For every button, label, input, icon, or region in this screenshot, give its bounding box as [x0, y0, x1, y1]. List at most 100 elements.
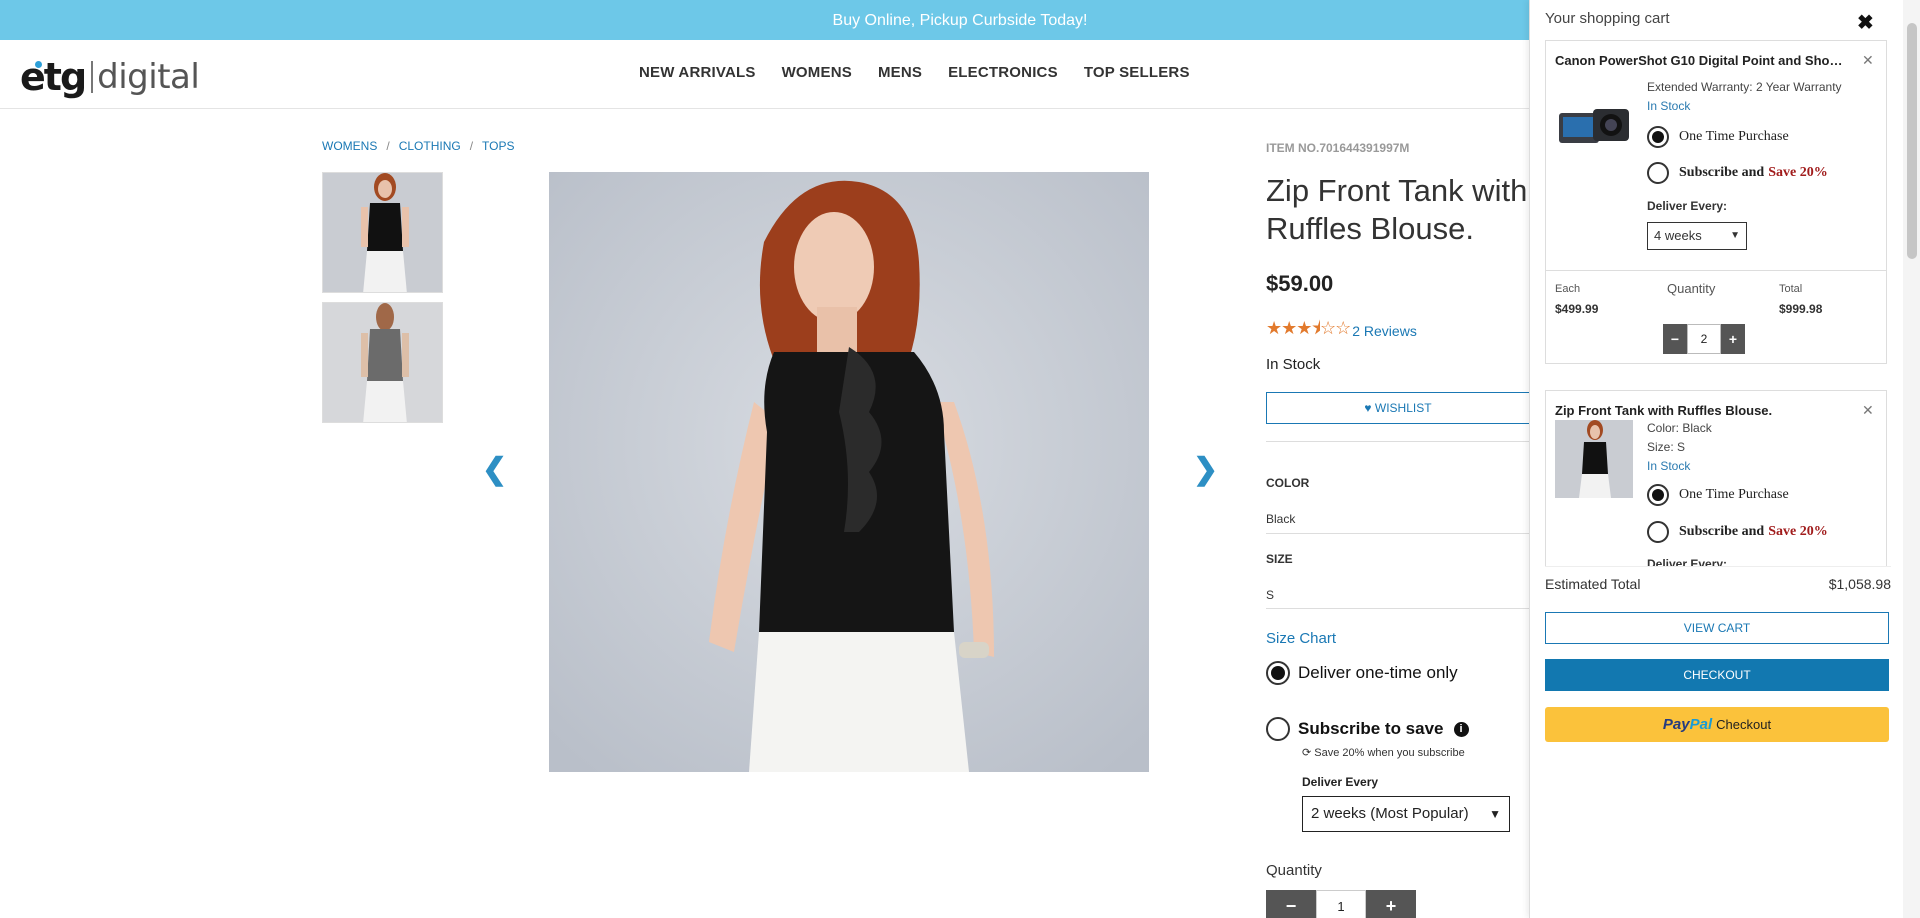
deliver-every-label: Deliver Every [1302, 775, 1379, 789]
rating-stars: ★★★⯨☆☆ [1266, 318, 1351, 338]
cart-item-stock: In Stock [1647, 459, 1691, 473]
one-time-purchase-option[interactable]: One Time Purchase [1647, 484, 1789, 506]
nav-mens[interactable]: MENS [878, 64, 922, 81]
logo-wordmark: digital [97, 57, 200, 97]
chevron-left-icon[interactable]: ❮ [482, 452, 507, 487]
color-label: COLOR [1266, 476, 1310, 490]
cart-title: Your shopping cart [1545, 10, 1670, 27]
line-total: $999.98 [1779, 302, 1823, 316]
color-value[interactable]: Black [1266, 512, 1295, 526]
estimated-total: Estimated Total $1,058.98 [1545, 576, 1891, 592]
deliver-every-value: 2 weeks (Most Popular) [1311, 805, 1469, 822]
paypal-checkout-button[interactable]: PayPal Checkout [1545, 707, 1889, 742]
cart-item-name[interactable]: Canon PowerShot G10 Digital Point and Sh… [1555, 53, 1845, 68]
quantity-input[interactable]: 2 [1687, 324, 1721, 354]
deliver-every-value: 4 weeks [1654, 228, 1702, 243]
size-chart-link[interactable]: Size Chart [1266, 630, 1336, 647]
each-price: $499.99 [1555, 302, 1599, 316]
quantity-label: Quantity [1266, 862, 1322, 879]
product-price: $59.00 [1266, 271, 1334, 296]
chevron-right-icon[interactable]: ❯ [1193, 452, 1218, 487]
plus-button[interactable]: + [1721, 324, 1745, 354]
plus-button[interactable]: + [1366, 890, 1416, 918]
deliver-every-select[interactable]: 4 weeks ▼ [1647, 222, 1747, 250]
estimated-total-label: Estimated Total [1545, 576, 1641, 592]
quantity-label: Quantity [1667, 281, 1716, 296]
save-note: ⟳ Save 20% when you subscribe [1302, 746, 1465, 759]
remove-item-icon[interactable]: ✕ [1862, 52, 1874, 69]
paypal-logo-pal: Pal [1689, 716, 1713, 733]
reviews-link[interactable]: 2 Reviews [1352, 323, 1417, 339]
caret-down-icon: ▼ [1730, 230, 1740, 241]
subscribe-radio[interactable] [1647, 162, 1669, 184]
info-icon[interactable]: i [1453, 721, 1469, 737]
cart-drawer: Your shopping cart ✖ Canon PowerShot G10… [1529, 0, 1920, 918]
cart-item-stock: In Stock [1647, 99, 1691, 113]
remove-item-icon[interactable]: ✕ [1862, 402, 1874, 419]
save-percent-label: Save 20% [1768, 165, 1828, 180]
size-value[interactable]: S [1266, 588, 1274, 602]
one-time-purchase-option[interactable]: One Time Purchase [1647, 126, 1789, 148]
subscribe-save-option[interactable]: Subscribe and Save 20% [1647, 521, 1828, 543]
deliver-once-option[interactable]: Deliver one-time only [1266, 661, 1458, 685]
deliver-every-select[interactable]: 2 weeks (Most Popular) ▼ [1302, 796, 1510, 832]
cart-item-name[interactable]: Zip Front Tank with Ruffles Blouse. [1555, 403, 1845, 418]
save-percent-label: Save 20% [1768, 524, 1828, 539]
subscribe-radio[interactable] [1647, 521, 1669, 543]
nav-womens[interactable]: WOMENS [782, 64, 852, 81]
breadcrumb: WOMENS / CLOTHING / TOPS [322, 139, 515, 153]
heart-icon: ♥ [1364, 401, 1372, 415]
scrollbar-thumb[interactable] [1907, 23, 1917, 259]
product-main-image [549, 172, 1149, 772]
nav-electronics[interactable]: ELECTRONICS [948, 64, 1058, 81]
site-logo[interactable]: etg digital [20, 51, 200, 99]
divider [1266, 533, 1530, 534]
divider [1546, 270, 1886, 271]
paypal-checkout-label: Checkout [1716, 717, 1772, 732]
quantity-input[interactable]: 1 [1316, 890, 1366, 918]
deliver-once-radio[interactable] [1266, 661, 1290, 685]
one-time-radio[interactable] [1647, 484, 1669, 506]
product-rating: ★★★⯨☆☆ 2 Reviews [1266, 316, 1417, 346]
cart-items: Canon PowerShot G10 Digital Point and Sh… [1545, 40, 1887, 566]
checkout-button[interactable]: CHECKOUT [1545, 659, 1889, 691]
subscribe-label: Subscribe to save [1298, 719, 1444, 738]
subscribe-save-option[interactable]: Subscribe and Save 20% [1647, 162, 1828, 184]
paypal-logo-pay: Pay [1662, 716, 1690, 733]
thumbnail-front-image [323, 173, 442, 292]
each-label: Each [1555, 283, 1581, 295]
thumbnail-back-image [323, 303, 442, 422]
thumbnail-front[interactable] [322, 172, 443, 293]
cart-item: Zip Front Tank with Ruffles Blouse. ✕ Co… [1545, 390, 1887, 566]
close-icon[interactable]: ✖ [1857, 10, 1874, 35]
quantity-stepper: − 2 + [1663, 324, 1745, 354]
breadcrumb-womens[interactable]: WOMENS [322, 139, 377, 153]
minus-button[interactable]: − [1266, 890, 1316, 918]
item-number: ITEM NO.701644391997M [1266, 141, 1410, 155]
wishlist-button[interactable]: ♥ WISHLIST [1266, 392, 1530, 424]
wishlist-label: WISHLIST [1374, 401, 1432, 415]
minus-button[interactable]: − [1663, 324, 1687, 354]
subscribe-radio[interactable] [1266, 717, 1290, 741]
main-nav: NEW ARRIVALS WOMENS MENS ELECTRONICS TOP… [639, 64, 1216, 81]
save-note-text: Save 20% when you subscribe [1314, 747, 1465, 759]
subscribe-option[interactable]: Subscribe to save i [1266, 717, 1469, 741]
nav-new-arrivals[interactable]: NEW ARRIVALS [639, 64, 756, 81]
breadcrumb-separator: / [469, 139, 474, 153]
one-time-radio[interactable] [1647, 126, 1669, 148]
nav-top-sellers[interactable]: TOP SELLERS [1084, 64, 1190, 81]
camera-image [1555, 89, 1633, 167]
cart-item-size: Size: S [1647, 440, 1686, 454]
view-cart-button[interactable]: VIEW CART [1545, 612, 1889, 644]
logo-mark: etg [20, 55, 87, 99]
breadcrumb-clothing[interactable]: CLOTHING [399, 139, 461, 153]
product-photo [549, 172, 1149, 772]
breadcrumb-tops[interactable]: TOPS [482, 139, 514, 153]
subscribe-and-label: Subscribe and [1679, 165, 1765, 180]
thumbnail-back[interactable] [322, 302, 443, 423]
logo-divider [91, 61, 94, 93]
cart-item-warranty: Extended Warranty: 2 Year Warranty [1647, 80, 1842, 94]
subscribe-and-label: Subscribe and [1679, 524, 1765, 539]
estimated-total-value: $1,058.98 [1828, 576, 1891, 592]
quantity-stepper: − 1 + [1266, 890, 1416, 918]
